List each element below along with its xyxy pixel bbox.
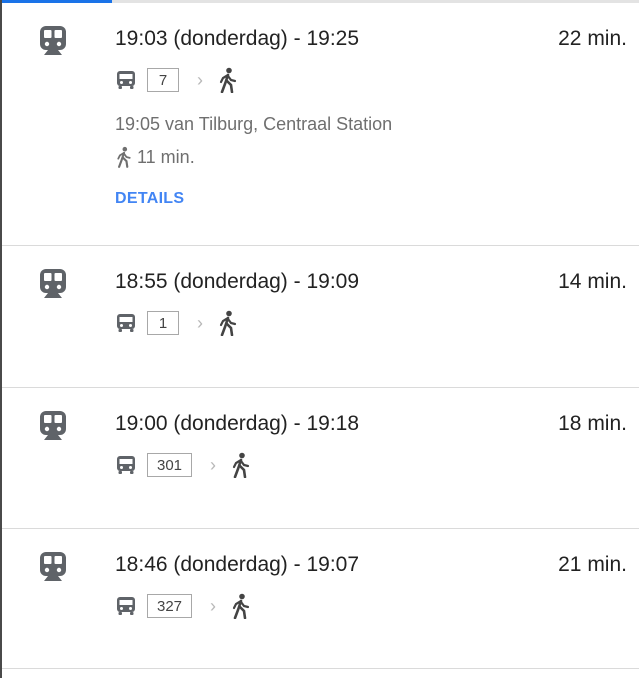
route-duration: 14 min.: [558, 270, 627, 293]
chevron-right-icon: ›: [210, 454, 217, 475]
bus-icon: [117, 71, 135, 89]
bus-icon: [117, 456, 135, 474]
walk-icon: [232, 593, 250, 619]
route-duration: 21 min.: [558, 553, 627, 576]
chevron-right-icon: ›: [197, 69, 203, 90]
bus-icon: [117, 597, 135, 615]
route-duration: 18 min.: [558, 412, 627, 435]
route-times: 19:00 (donderdag) - 19:18: [115, 412, 360, 435]
chevron-right-icon: ›: [210, 595, 217, 616]
route-steps: 7 ›: [115, 67, 239, 93]
train-icon: [40, 26, 66, 55]
route-option[interactable]: 18:55 (donderdag) - 19:09 14 min. 1 ›: [2, 246, 639, 388]
walk-icon: [117, 146, 131, 168]
route-option[interactable]: 18:46 (donderdag) - 19:07 21 min. 327 ›: [2, 529, 639, 669]
route-times: 18:46 (donderdag) - 19:07: [115, 553, 360, 576]
bus-line-badge: 301: [147, 453, 193, 477]
bus-line-badge: 1: [147, 311, 179, 335]
train-icon: [40, 552, 66, 581]
walk-duration: 11 min.: [115, 146, 195, 168]
route-option[interactable]: 19:00 (donderdag) - 19:18 18 min. 301 ›: [2, 388, 639, 529]
route-times: 18:55 (donderdag) - 19:09: [115, 270, 360, 293]
chevron-right-icon: ›: [197, 312, 203, 333]
bus-line-badge: 327: [147, 594, 193, 618]
route-duration: 22 min.: [558, 27, 627, 50]
bus-line-badge: 7: [147, 68, 179, 92]
train-icon: [40, 269, 66, 298]
route-steps: 327 ›: [115, 593, 252, 619]
train-icon: [40, 411, 66, 440]
bus-icon: [117, 314, 135, 332]
details-link[interactable]: DETAILS: [115, 190, 184, 208]
route-steps: 1 ›: [115, 310, 239, 336]
departure-info: 19:05 van Tilburg, Centraal Station: [115, 114, 393, 134]
walk-icon: [219, 67, 237, 93]
walk-icon: [232, 452, 250, 478]
walk-icon: [219, 310, 237, 336]
walk-duration-text: 11 min.: [137, 146, 195, 167]
route-times: 19:03 (donderdag) - 19:25: [115, 27, 360, 50]
route-option[interactable]: 19:03 (donderdag) - 19:25 22 min. 7 › 19…: [2, 3, 639, 246]
route-steps: 301 ›: [115, 452, 252, 478]
